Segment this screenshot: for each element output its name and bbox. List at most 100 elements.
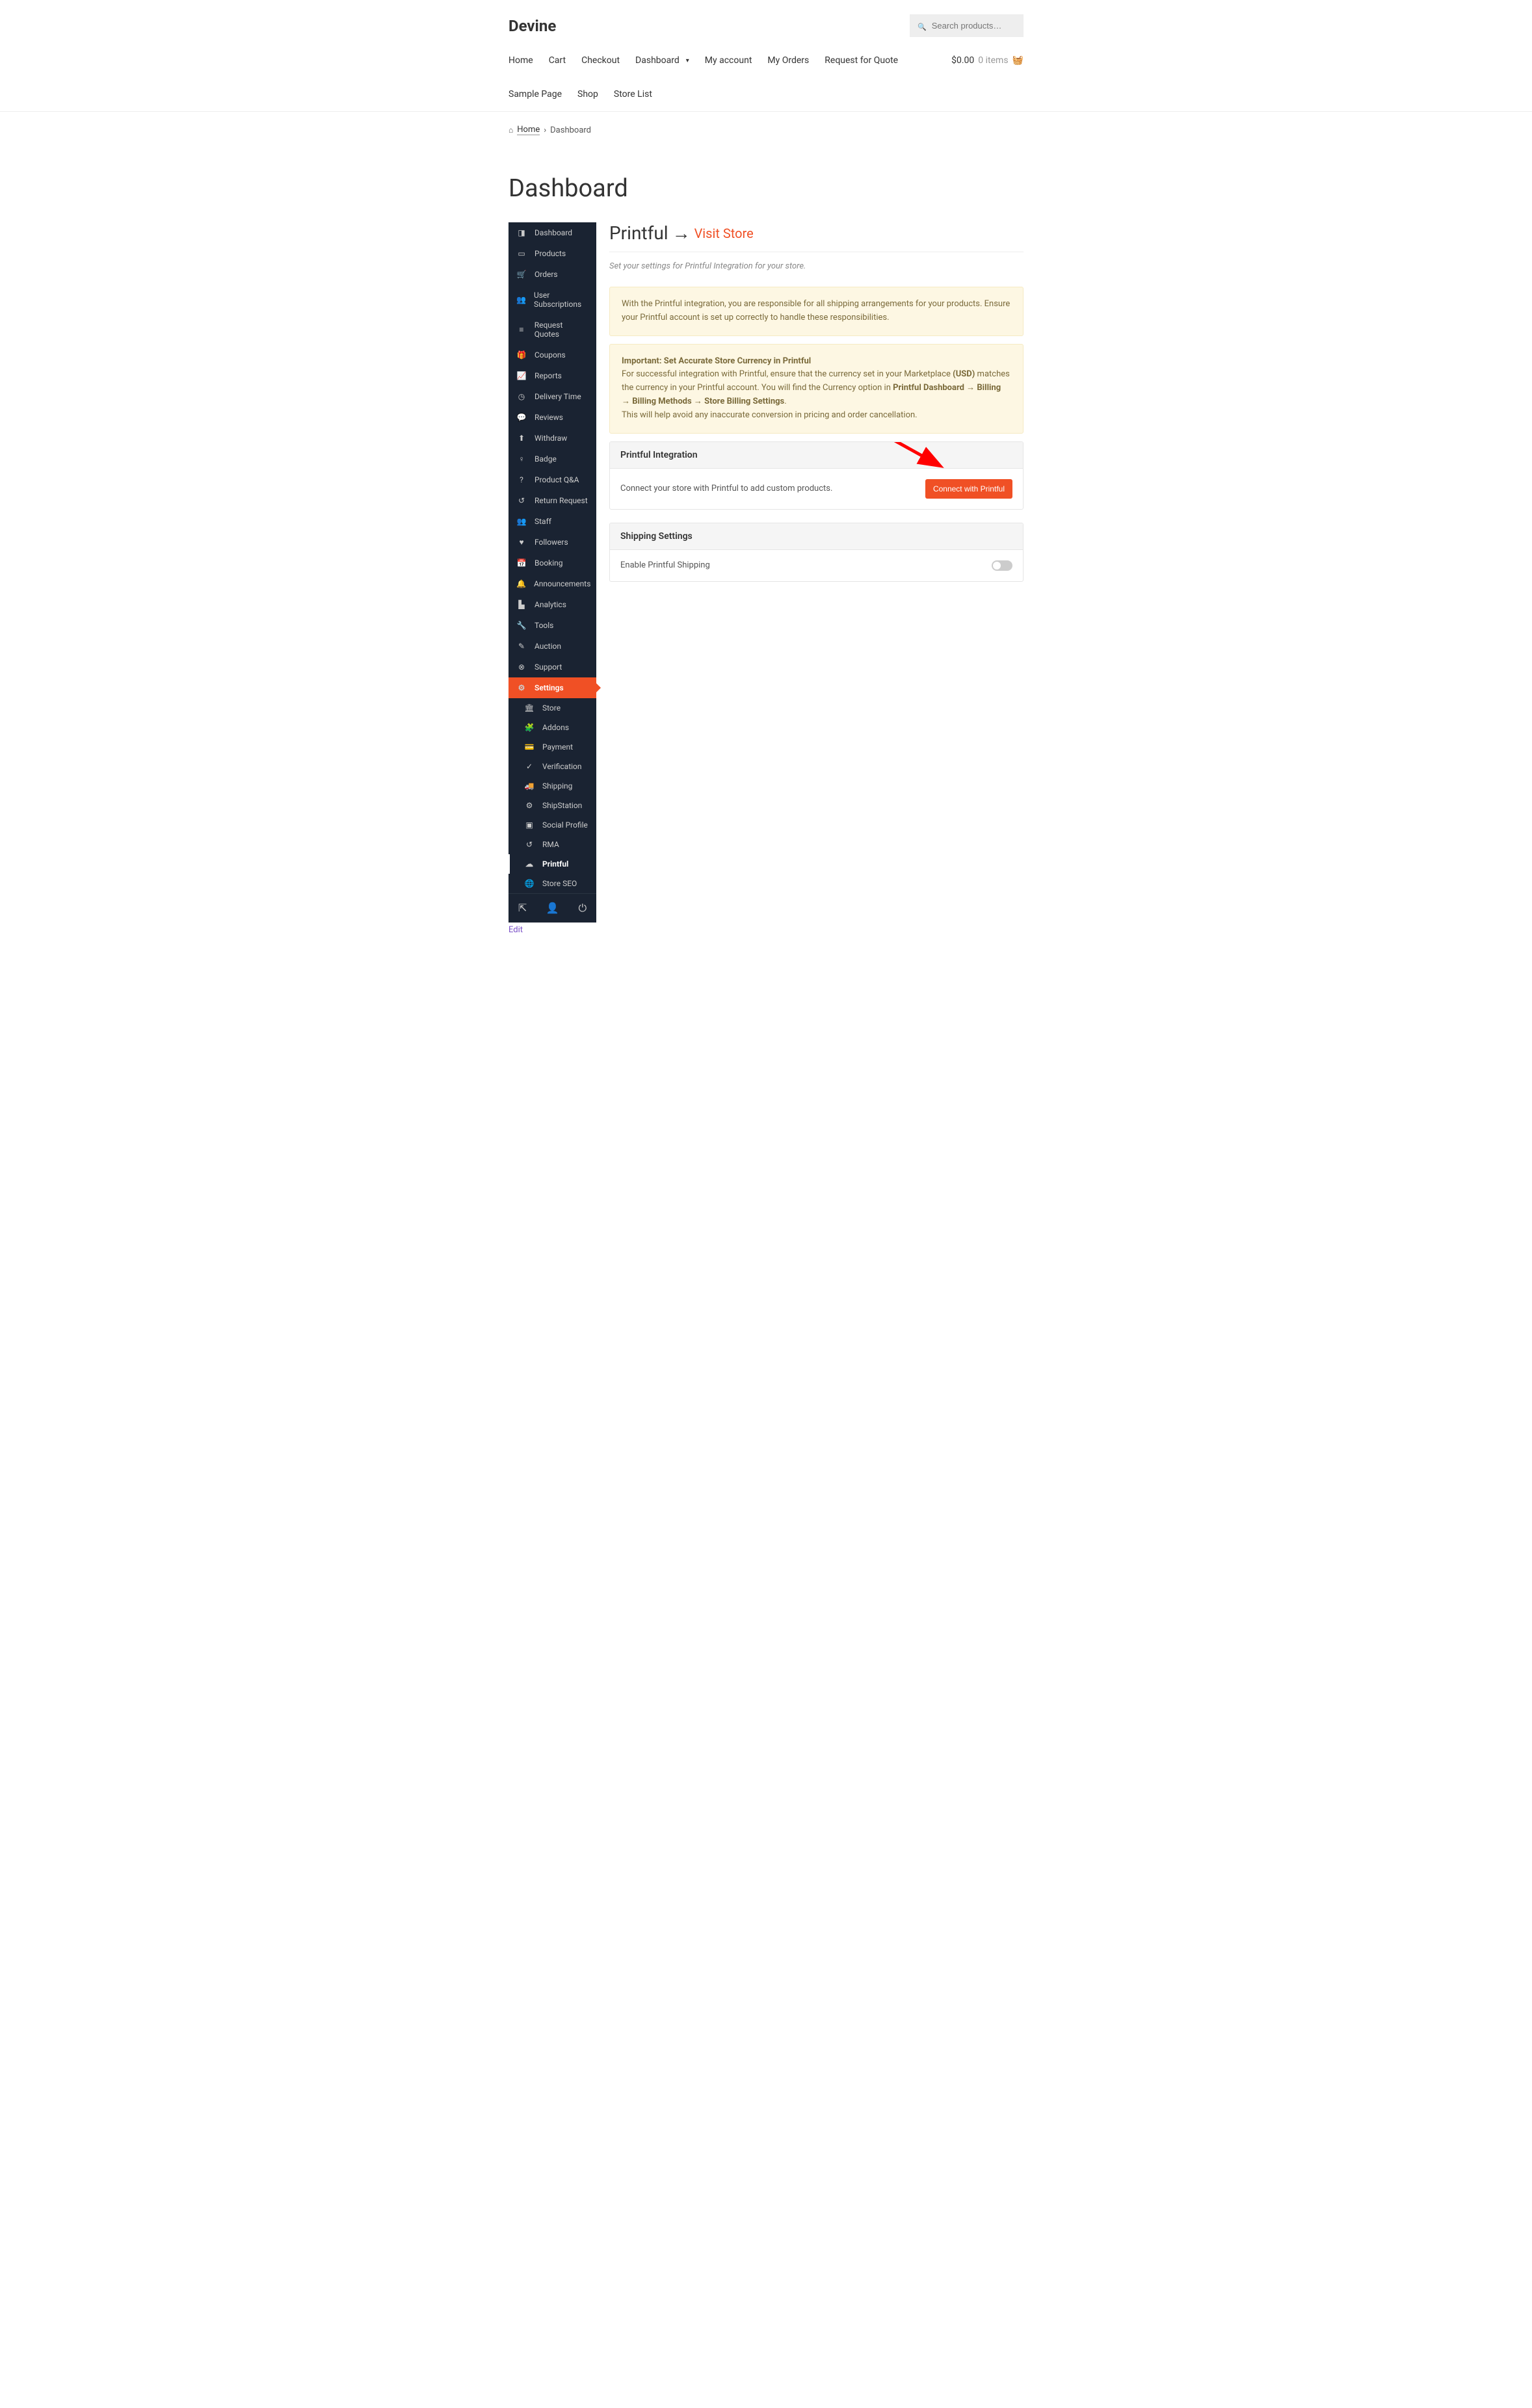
sidebar-item-withdraw[interactable]: ⬆Withdraw	[508, 428, 596, 449]
sidebar: ◨Dashboard ▭ Products 🛒Orders 👥User Subsc…	[508, 222, 596, 923]
analytics-icon: ▙	[516, 600, 527, 609]
nav-requestquote[interactable]: Request for Quote	[825, 55, 898, 66]
sidebar-submenu: 🏛Store 🧩 Addons 💳Payment ✓Verification 🚚S…	[508, 698, 596, 893]
sidebar-item-qa[interactable]: ?Product Q&A	[508, 469, 596, 490]
sidebar-label: Followers	[535, 538, 568, 547]
clock-icon: ◷	[516, 392, 527, 401]
connect-printful-button[interactable]: Connect with Printful	[925, 479, 1012, 499]
return-icon: ↺	[516, 496, 527, 505]
sidebar-label: Dashboard	[535, 228, 572, 237]
sidebar-label: ShipStation	[542, 801, 582, 810]
sidebar-label: Coupons	[535, 350, 566, 360]
sidebar-label: RMA	[542, 840, 559, 849]
nav-samplepage[interactable]: Sample Page	[508, 89, 562, 99]
nav-home[interactable]: Home	[508, 55, 533, 66]
breadcrumb-home[interactable]: Home	[517, 125, 540, 135]
sidebar-sub-printful[interactable]: ☁Printful	[508, 854, 596, 874]
nav-shop[interactable]: Shop	[577, 89, 598, 99]
sidebar-label: Shipping	[542, 781, 572, 791]
sidebar-label: Support	[535, 662, 562, 672]
sidebar-sub-shipstation[interactable]: ⚙ShipStation	[516, 796, 596, 815]
sidebar-item-reports[interactable]: 📈Reports	[508, 365, 596, 386]
settings-icon: ⚙	[516, 683, 527, 692]
sidebar-sub-verification[interactable]: ✓Verification	[516, 757, 596, 776]
sidebar-sub-payment[interactable]: 💳Payment	[516, 737, 596, 757]
nav-checkout[interactable]: Checkout	[581, 55, 620, 66]
sidebar-label: Social Profile	[542, 820, 588, 830]
sidebar-label: Settings	[535, 683, 564, 692]
sidebar-label: Products	[535, 249, 566, 258]
arrow-icon: →	[672, 222, 691, 244]
tools-icon: 🔧	[516, 621, 527, 630]
sidebar-item-support[interactable]: ⊗Support	[508, 657, 596, 677]
callout-shipping-warning: With the Printful integration, you are r…	[609, 287, 1024, 336]
auction-icon: ✎	[516, 642, 527, 651]
sidebar-item-subscriptions[interactable]: 👥User Subscriptions	[508, 285, 596, 315]
search-icon	[918, 20, 927, 32]
sidebar-item-products[interactable]: ▭ Products	[508, 243, 596, 264]
content-title: Printful → Visit Store	[609, 222, 1024, 252]
nav-dashboard[interactable]: Dashboard	[635, 55, 689, 66]
visit-store-link[interactable]: Visit Store	[694, 226, 754, 241]
sidebar-sub-store[interactable]: 🏛Store	[516, 698, 596, 718]
sidebar-item-analytics[interactable]: ▙Analytics	[508, 594, 596, 615]
sidebar-sub-shipping[interactable]: 🚚Shipping	[516, 776, 596, 796]
sidebar-item-dashboard[interactable]: ◨Dashboard	[508, 222, 596, 243]
sidebar-item-tools[interactable]: 🔧 Tools	[508, 615, 596, 636]
sidebar-item-delivery[interactable]: ◷ Delivery Time	[508, 386, 596, 407]
sidebar-item-orders[interactable]: 🛒Orders	[508, 264, 596, 285]
nav-myaccount[interactable]: My account	[705, 55, 752, 66]
products-icon: ▭	[516, 249, 527, 258]
sidebar-label: Request Quotes	[535, 321, 588, 339]
sidebar-sub-social[interactable]: ▣Social Profile	[516, 815, 596, 835]
coupons-icon: 🎁	[516, 350, 527, 360]
sidebar-label: Addons	[542, 723, 569, 732]
sidebar-item-reviews[interactable]: 💬Reviews	[508, 407, 596, 428]
payment-icon: 💳	[524, 742, 535, 752]
nav-cart[interactable]: Cart	[549, 55, 566, 66]
followers-icon: ♥	[516, 538, 527, 547]
sidebar-item-booking[interactable]: 📅 Booking	[508, 553, 596, 573]
sidebar-item-followers[interactable]: ♥ Followers	[508, 532, 596, 553]
sidebar-item-coupons[interactable]: 🎁 Coupons	[508, 345, 596, 365]
search-box[interactable]	[910, 14, 1024, 37]
sidebar-label: Delivery Time	[535, 392, 581, 401]
sidebar-label: Booking	[535, 558, 563, 568]
addons-icon: 🧩	[524, 723, 535, 732]
sidebar-label: Store SEO	[542, 879, 577, 888]
sidebar-sub-rma[interactable]: ↺RMA	[516, 835, 596, 854]
panel-shipping-text: Enable Printful Shipping	[620, 560, 710, 570]
sidebar-sub-seo[interactable]: 🌐 Store SEO	[516, 874, 596, 893]
sidebar-item-settings[interactable]: ⚙ Settings	[508, 677, 596, 698]
sidebar-label: Store	[542, 703, 561, 713]
panel-shipping: Shipping Settings Enable Printful Shippi…	[609, 523, 1024, 582]
sidebar-label: Reports	[535, 371, 562, 380]
sidebar-item-return[interactable]: ↺Return Request	[508, 490, 596, 511]
sidebar-label: Tools	[535, 621, 553, 630]
sidebar-item-badge[interactable]: ♀Badge	[508, 449, 596, 469]
seo-icon: 🌐	[524, 879, 535, 888]
external-link-icon[interactable]: ⇱	[518, 902, 527, 915]
panel-shipping-header: Shipping Settings	[610, 523, 1023, 550]
sidebar-sub-addons[interactable]: 🧩 Addons	[516, 718, 596, 737]
user-icon[interactable]: 👤	[546, 902, 559, 915]
primary-nav-row2: Sample Page Shop Store List	[508, 77, 1024, 111]
sidebar-label: Verification	[542, 762, 582, 771]
printful-icon: ☁	[524, 859, 535, 869]
enable-shipping-toggle[interactable]	[992, 560, 1012, 571]
sidebar-item-announcements[interactable]: 🔔Announcements	[508, 573, 596, 594]
sidebar-item-auction[interactable]: ✎Auction	[508, 636, 596, 657]
cart-status[interactable]: $0.00 0 items	[951, 55, 1024, 66]
sidebar-item-staff[interactable]: 👥Staff	[508, 511, 596, 532]
sidebar-label: Withdraw	[535, 434, 567, 443]
booking-icon: 📅	[516, 558, 527, 568]
edit-link[interactable]: Edit	[508, 925, 523, 935]
callout-p1a: For successful integration with Printful…	[622, 369, 953, 379]
search-input[interactable]	[932, 21, 1016, 31]
power-icon[interactable]: ⏻	[579, 902, 587, 915]
sidebar-label: User Subscriptions	[534, 291, 588, 309]
sidebar-item-quotes[interactable]: ≡Request Quotes	[508, 315, 596, 345]
breadcrumb: Home › Dashboard	[508, 112, 1024, 148]
nav-storelist[interactable]: Store List	[614, 89, 652, 99]
nav-myorders[interactable]: My Orders	[767, 55, 809, 66]
